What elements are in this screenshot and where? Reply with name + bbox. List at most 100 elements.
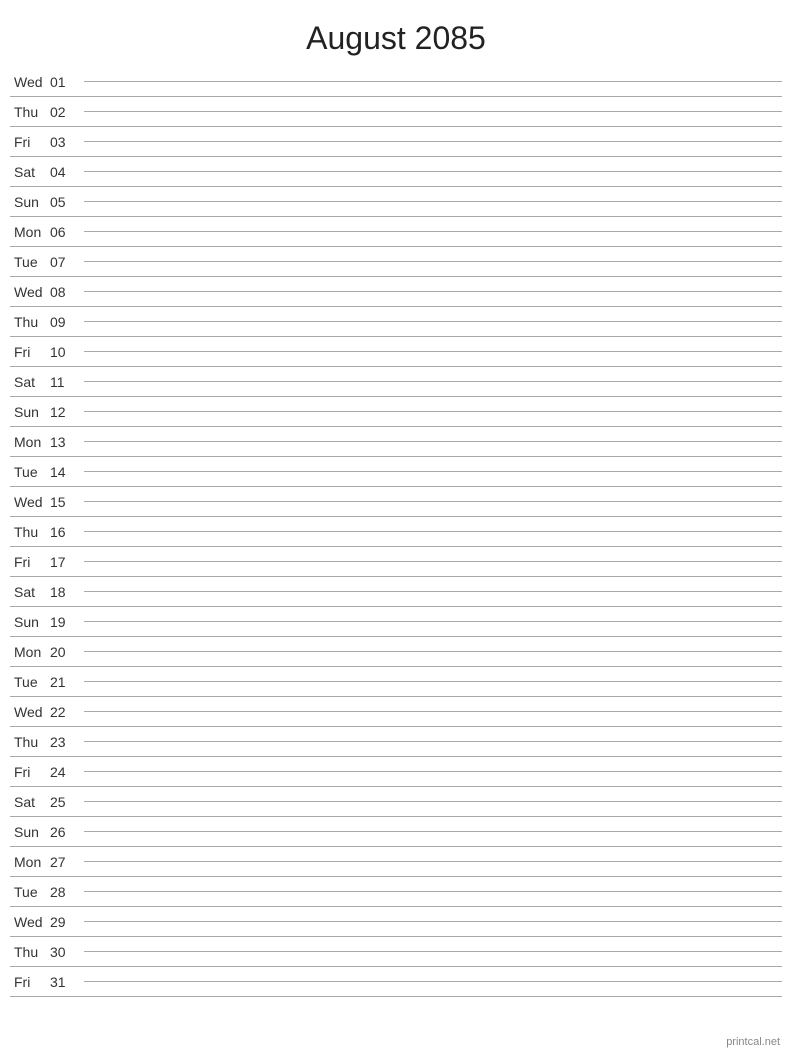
day-name: Sat — [10, 164, 50, 180]
day-name: Wed — [10, 284, 50, 300]
day-line — [84, 351, 782, 352]
day-line — [84, 411, 782, 412]
day-name: Tue — [10, 674, 50, 690]
day-line — [84, 381, 782, 382]
day-number: 30 — [50, 944, 80, 960]
day-line — [84, 531, 782, 532]
day-row: Tue07 — [10, 247, 782, 277]
day-row: Thu30 — [10, 937, 782, 967]
day-row: Thu16 — [10, 517, 782, 547]
day-line — [84, 861, 782, 862]
day-row: Mon27 — [10, 847, 782, 877]
day-number: 15 — [50, 494, 80, 510]
day-number: 19 — [50, 614, 80, 630]
day-row: Sun05 — [10, 187, 782, 217]
day-name: Tue — [10, 254, 50, 270]
day-row: Wed01 — [10, 67, 782, 97]
page-title: August 2085 — [0, 0, 792, 67]
day-name: Sat — [10, 794, 50, 810]
day-line — [84, 471, 782, 472]
day-number: 20 — [50, 644, 80, 660]
day-number: 04 — [50, 164, 80, 180]
day-line — [84, 591, 782, 592]
day-name: Thu — [10, 104, 50, 120]
day-number: 12 — [50, 404, 80, 420]
day-number: 16 — [50, 524, 80, 540]
day-name: Mon — [10, 224, 50, 240]
day-row: Mon20 — [10, 637, 782, 667]
day-row: Fri03 — [10, 127, 782, 157]
day-name: Wed — [10, 914, 50, 930]
day-number: 09 — [50, 314, 80, 330]
day-row: Wed22 — [10, 697, 782, 727]
day-row: Sat18 — [10, 577, 782, 607]
day-line — [84, 231, 782, 232]
day-line — [84, 201, 782, 202]
day-line — [84, 441, 782, 442]
day-row: Fri10 — [10, 337, 782, 367]
day-number: 22 — [50, 704, 80, 720]
day-name: Mon — [10, 854, 50, 870]
day-number: 03 — [50, 134, 80, 150]
day-name: Fri — [10, 344, 50, 360]
day-number: 11 — [50, 374, 80, 390]
day-number: 18 — [50, 584, 80, 600]
day-line — [84, 261, 782, 262]
day-row: Thu23 — [10, 727, 782, 757]
day-row: Fri31 — [10, 967, 782, 997]
day-row: Sat11 — [10, 367, 782, 397]
day-name: Sat — [10, 374, 50, 390]
day-row: Tue21 — [10, 667, 782, 697]
day-line — [84, 921, 782, 922]
day-line — [84, 651, 782, 652]
day-line — [84, 711, 782, 712]
day-line — [84, 771, 782, 772]
day-line — [84, 81, 782, 82]
day-number: 25 — [50, 794, 80, 810]
day-number: 05 — [50, 194, 80, 210]
day-number: 02 — [50, 104, 80, 120]
day-number: 07 — [50, 254, 80, 270]
day-name: Sun — [10, 194, 50, 210]
day-line — [84, 681, 782, 682]
day-row: Sat25 — [10, 787, 782, 817]
day-row: Fri17 — [10, 547, 782, 577]
day-row: Sun12 — [10, 397, 782, 427]
day-number: 26 — [50, 824, 80, 840]
day-row: Fri24 — [10, 757, 782, 787]
day-name: Fri — [10, 764, 50, 780]
day-row: Sun26 — [10, 817, 782, 847]
day-number: 10 — [50, 344, 80, 360]
day-line — [84, 741, 782, 742]
day-number: 01 — [50, 74, 80, 90]
day-number: 21 — [50, 674, 80, 690]
day-name: Mon — [10, 434, 50, 450]
day-line — [84, 621, 782, 622]
day-row: Wed15 — [10, 487, 782, 517]
day-line — [84, 111, 782, 112]
day-line — [84, 951, 782, 952]
day-row: Tue14 — [10, 457, 782, 487]
day-name: Thu — [10, 734, 50, 750]
day-number: 17 — [50, 554, 80, 570]
day-row: Thu02 — [10, 97, 782, 127]
calendar-grid: Wed01Thu02Fri03Sat04Sun05Mon06Tue07Wed08… — [0, 67, 792, 997]
day-number: 27 — [50, 854, 80, 870]
day-line — [84, 801, 782, 802]
day-line — [84, 171, 782, 172]
day-line — [84, 561, 782, 562]
day-name: Thu — [10, 524, 50, 540]
day-line — [84, 891, 782, 892]
day-number: 08 — [50, 284, 80, 300]
day-name: Mon — [10, 644, 50, 660]
day-name: Fri — [10, 134, 50, 150]
day-number: 29 — [50, 914, 80, 930]
day-row: Wed29 — [10, 907, 782, 937]
day-line — [84, 141, 782, 142]
day-name: Thu — [10, 944, 50, 960]
day-line — [84, 981, 782, 982]
day-number: 24 — [50, 764, 80, 780]
day-name: Sun — [10, 614, 50, 630]
day-name: Fri — [10, 554, 50, 570]
watermark: printcal.net — [726, 1036, 780, 1048]
